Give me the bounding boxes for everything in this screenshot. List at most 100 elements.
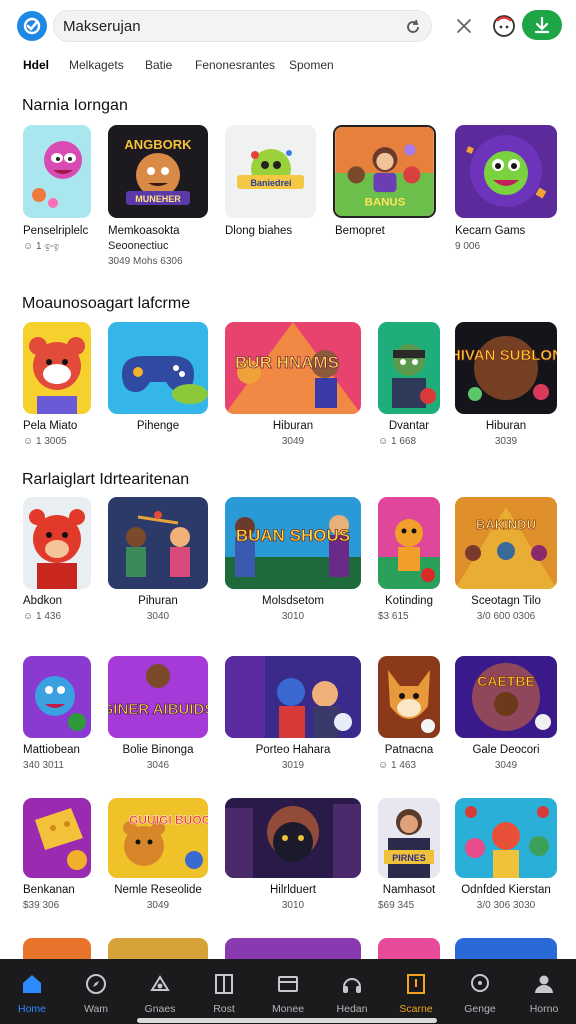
nav-item-monee[interactable]: Monee — [256, 959, 320, 1024]
app-card[interactable] — [455, 938, 557, 959]
app-thumbnail: GUUIGI BUOOS — [108, 798, 208, 878]
refresh-icon[interactable] — [403, 17, 423, 37]
app-card[interactable] — [378, 938, 440, 959]
nav-item-rost[interactable]: Rost — [192, 959, 256, 1024]
app-thumbnail — [23, 656, 91, 738]
app-card[interactable]: Penselriplelc ☺ 1 ඉංඉ — [23, 125, 91, 265]
app-card[interactable]: ANGBORK MUNEHER Memkoasokta Seoonectiuc 3… — [108, 125, 208, 270]
thumb-title: CHIVAN SUBLONS — [455, 347, 557, 364]
app-card[interactable]: CAETBE Gale Deocori 3049 — [455, 656, 557, 776]
app-card[interactable]: BUAN SHOUS Molsdsetom 3010 — [225, 497, 361, 627]
search-input[interactable]: Makserujan — [53, 10, 432, 42]
thumb-title: ANGBORK — [124, 137, 192, 152]
app-meta: 3049 — [146, 900, 170, 911]
nav-label: Home — [17, 1003, 46, 1015]
nav-item-horno[interactable]: Horno — [512, 959, 576, 1024]
app-card[interactable] — [23, 938, 91, 959]
app-card[interactable]: Pihuran 3040 — [108, 497, 208, 627]
app-thumbnail — [225, 798, 361, 878]
app-card[interactable]: Porteo Hahara 3019 — [225, 656, 361, 776]
close-icon[interactable] — [452, 14, 476, 38]
app-thumbnail — [378, 322, 440, 414]
app-thumbnail — [378, 497, 440, 589]
nav-label: Monee — [271, 1003, 305, 1015]
app-thumbnail: PIRNES — [378, 798, 440, 878]
app-card[interactable]: Dvantar ☺ 1 668 — [378, 322, 440, 452]
compass-icon — [83, 971, 109, 997]
home-icon — [19, 971, 45, 997]
nav-item-genge[interactable]: Genge — [448, 959, 512, 1024]
thumb-title: BUR HNAMS — [235, 353, 339, 372]
app-card[interactable]: Pela Miato ☺ 1 3005 — [23, 322, 91, 452]
app-meta: ☺ 1 3005 — [23, 436, 67, 447]
games-icon — [147, 971, 173, 997]
app-meta: ☺ 1 668 — [378, 436, 417, 447]
app-logo-icon[interactable] — [17, 11, 47, 41]
app-card[interactable]: Patnacna ☺ 1 463 — [378, 656, 440, 776]
app-name: Bemopret — [335, 225, 385, 237]
app-thumbnail: BANUS — [333, 125, 436, 218]
app-name: Bolie Binonga — [122, 744, 194, 756]
app-name: Dlong biahes — [225, 225, 293, 237]
top-bar: Makserujan — [0, 0, 576, 52]
nav-item-hedan[interactable]: Hedan — [320, 959, 384, 1024]
thumb-title: PIRNES — [392, 853, 426, 863]
app-card[interactable]: Abdkon ☺ 1 436 — [23, 497, 91, 627]
nav-item-wam[interactable]: Wam — [64, 959, 128, 1024]
tab-batie[interactable]: Batie — [145, 58, 172, 72]
app-card[interactable]: PIRNES Namhasot $69 345 — [378, 798, 440, 918]
movie-icon — [275, 971, 301, 997]
tab-spomen[interactable]: Spomen — [289, 58, 334, 72]
tab-melkagets[interactable]: Melkagets — [69, 58, 124, 72]
app-card[interactable]: BUR HNAMS Hiburan 3049 — [225, 322, 361, 452]
location-icon — [467, 971, 493, 997]
clock-icon[interactable] — [492, 14, 516, 38]
nav-item-gnaes[interactable]: Gnaes — [128, 959, 192, 1024]
app-name: Memkoasokta — [108, 225, 180, 237]
app-card[interactable]: BANUS Bemopret — [333, 125, 436, 265]
app-thumbnail — [378, 938, 440, 959]
app-card[interactable]: GUUIGI BUOOS Nemle Reseolide 3049 — [108, 798, 208, 918]
app-card[interactable]: CHIVAN SUBLONS Hiburan 3039 — [455, 322, 557, 452]
app-meta: Seoonectiuc — [108, 240, 169, 252]
download-button[interactable] — [522, 10, 562, 40]
app-card[interactable] — [225, 938, 361, 959]
app-meta: 3010 — [281, 611, 305, 622]
tab-fenonesrantes[interactable]: Fenonesrantes — [195, 58, 275, 72]
thumb-title: BAKINDU — [476, 517, 536, 532]
app-card[interactable]: Pihenge — [108, 322, 208, 452]
app-card[interactable] — [108, 938, 208, 959]
app-meta: 9 006 — [455, 241, 481, 252]
nav-item-scarne[interactable]: Scarne — [384, 959, 448, 1024]
profile-icon — [531, 971, 557, 997]
app-meta: 3019 — [281, 760, 305, 771]
app-thumbnail: BUR HNAMS — [225, 322, 361, 414]
app-meta: 3049 — [281, 436, 305, 447]
app-card[interactable]: GINER AIBUIDS Bolie Binonga 3046 — [108, 656, 208, 776]
app-meta: 3039 — [494, 436, 518, 447]
app-card[interactable]: Kotinding $3 615 — [378, 497, 440, 627]
thumb-title: CAETBE — [477, 673, 535, 689]
thumb-title: BUAN SHOUS — [236, 526, 350, 545]
app-card[interactable]: Hilrlduert 3010 — [225, 798, 361, 918]
app-card[interactable]: Mattiobean 340 3011 — [23, 656, 91, 776]
app-thumbnail: CHIVAN SUBLONS — [455, 322, 557, 414]
headphones-icon — [339, 971, 365, 997]
app-thumbnail — [378, 656, 440, 738]
app-name: Pela Miato — [23, 420, 78, 432]
app-card[interactable]: Benkanan $39 306 — [23, 798, 91, 918]
app-card[interactable]: Odnfded Kierstan 3/0 306 3030 — [455, 798, 557, 918]
tab-hdel[interactable]: Hdel — [23, 58, 49, 72]
app-name: Namhasot — [382, 884, 436, 896]
app-thumbnail: ANGBORK MUNEHER — [108, 125, 208, 218]
app-card[interactable]: Baniedrei Dlong biahes — [225, 125, 316, 265]
app-card[interactable]: BAKINDU Sceotagn Tilo 3/0 600 0306 — [455, 497, 557, 627]
app-card[interactable]: Kecarn Gams 9 006 — [455, 125, 557, 265]
nav-item-home[interactable]: Home — [0, 959, 64, 1024]
nav-label: Genge — [464, 1003, 496, 1015]
app-name: Penselriplelc — [23, 225, 89, 237]
nav-label: Hedan — [336, 1003, 368, 1015]
search-input-value: Makserujan — [63, 17, 141, 35]
section-title: Moaunosoagart lafcrme — [22, 295, 191, 312]
section-title: Rarlaiglart Idrtearitenan — [22, 471, 190, 488]
